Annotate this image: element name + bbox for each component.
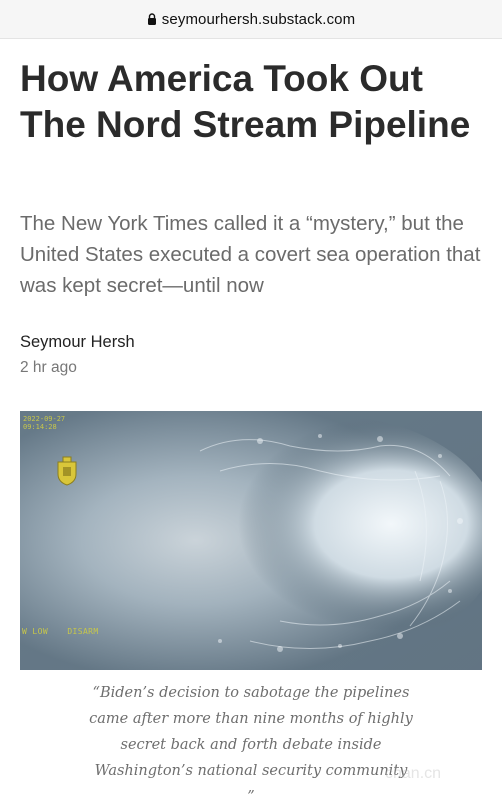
article-title: How America Took Out The Nord Stream Pip… bbox=[20, 58, 471, 145]
article-subtitle: The New York Times called it a “mystery,… bbox=[20, 212, 481, 297]
quote-line: ” bbox=[247, 789, 255, 805]
coat-of-arms-icon bbox=[57, 456, 77, 486]
pull-quote: “Biden’s decision to sabotage the pipeli… bbox=[40, 680, 462, 810]
hud-status: W LOW DISARM bbox=[22, 627, 99, 636]
quote-line: secret back and forth debate inside bbox=[120, 737, 382, 753]
quote-line: “Biden’s decision to sabotage the pipeli… bbox=[92, 685, 410, 701]
hud-time: 09:14:28 bbox=[23, 423, 57, 431]
hud-left-label: W LOW bbox=[22, 627, 49, 636]
lock-icon bbox=[147, 13, 156, 25]
post-time: 2 hr ago bbox=[20, 359, 77, 376]
article-image[interactable]: 2022-09-27 09:14:28 W LOW DISARM bbox=[20, 411, 482, 670]
watermark-text: chan.cn bbox=[385, 765, 442, 782]
hud-timestamp: 2022-09-27 09:14:28 bbox=[23, 415, 65, 431]
quote-line: came after more than nine months of high… bbox=[89, 711, 413, 727]
address-bar[interactable]: seymourhersh.substack.com bbox=[0, 0, 502, 39]
url-text: seymourhersh.substack.com bbox=[161, 10, 356, 28]
quote-line: Washington’s national security community bbox=[94, 763, 408, 779]
hud-right-label: DISARM bbox=[67, 627, 99, 636]
author-name[interactable]: Seymour Hersh bbox=[20, 333, 135, 352]
hud-date: 2022-09-27 bbox=[23, 415, 66, 423]
